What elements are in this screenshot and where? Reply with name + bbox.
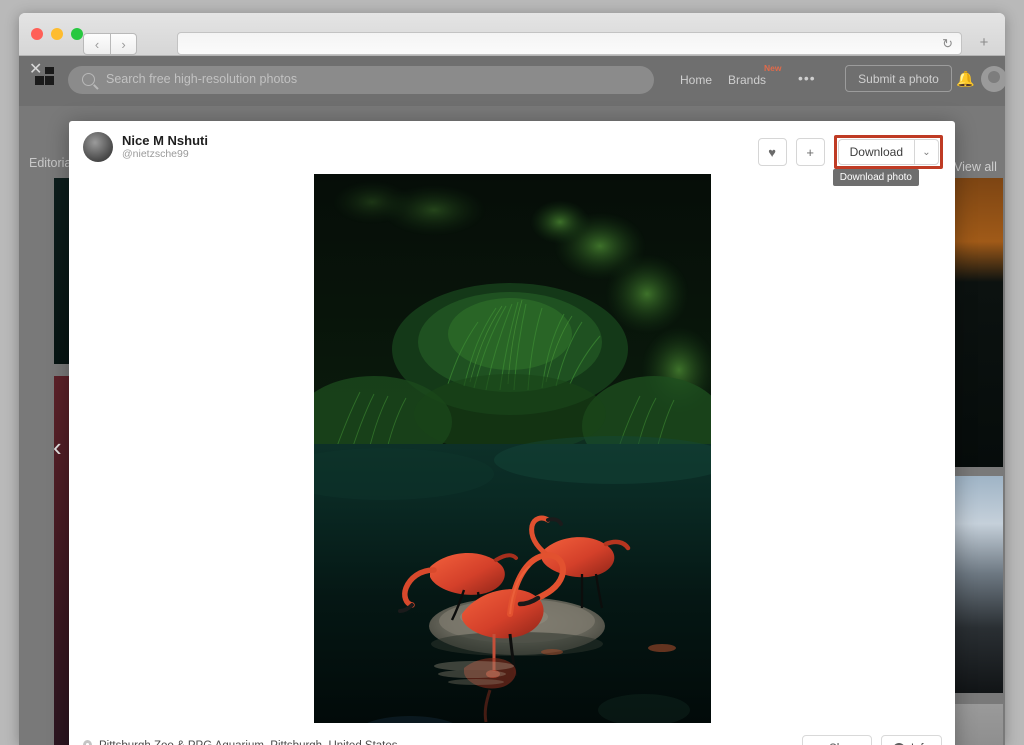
- nav-more-menu[interactable]: •••: [798, 70, 816, 86]
- chevron-down-icon[interactable]: ⌄: [914, 139, 939, 165]
- photo-image[interactable]: [313, 174, 711, 723]
- url-bar[interactable]: ↻: [177, 32, 962, 55]
- browser-nav-buttons: ‹ ›: [83, 33, 137, 55]
- page-viewport: ✕ Search free high-resolution photos Hom…: [19, 56, 1005, 745]
- share-button[interactable]: ➦ Share: [801, 735, 872, 745]
- bell-icon[interactable]: 🔔: [956, 70, 975, 88]
- author-avatar[interactable]: [83, 132, 113, 162]
- photo-detail-modal: Nice M Nshuti @nietzsche99 ♥ + Download …: [69, 121, 955, 745]
- previous-photo-arrow[interactable]: ‹: [53, 432, 62, 463]
- close-icon[interactable]: ✕: [29, 59, 42, 79]
- author-block[interactable]: Nice M Nshuti @nietzsche99: [83, 132, 208, 162]
- author-handle: @nietzsche99: [122, 148, 189, 160]
- nav-link-home[interactable]: Home: [680, 73, 712, 87]
- search-icon: [82, 73, 95, 86]
- download-button-group: Download ⌄: [837, 139, 939, 165]
- avatar[interactable]: [981, 66, 1005, 92]
- forward-button[interactable]: ›: [110, 33, 137, 55]
- new-badge: New: [764, 63, 782, 73]
- modal-header: Nice M Nshuti @nietzsche99 ♥ + Download …: [69, 121, 955, 186]
- browser-toolbar: ‹ › ↻ +: [19, 13, 1005, 56]
- back-button[interactable]: ‹: [83, 33, 110, 55]
- footer-action-buttons: ➦ Share i Info: [801, 735, 942, 745]
- info-button[interactable]: i Info: [880, 735, 942, 745]
- location-pin-icon: [83, 740, 92, 745]
- location-block[interactable]: Pittsburgh Zoo & PPG Aquarium, Pittsburg…: [83, 740, 398, 745]
- maximize-window-button[interactable]: [71, 28, 83, 40]
- modal-footer: Pittsburgh Zoo & PPG Aquarium, Pittsburg…: [69, 721, 955, 745]
- nav-link-brands[interactable]: Brands: [728, 73, 766, 87]
- view-all-link[interactable]: View all: [954, 160, 997, 174]
- reload-icon[interactable]: ↻: [942, 37, 953, 51]
- window-controls: [31, 28, 83, 40]
- editorial-label: Editorial: [29, 156, 75, 170]
- add-to-collection-button[interactable]: +: [795, 138, 825, 166]
- modal-action-buttons: ♥ + Download ⌄: [757, 135, 943, 169]
- like-button[interactable]: ♥: [757, 138, 787, 166]
- search-placeholder: Search free high-resolution photos: [106, 72, 298, 86]
- submit-photo-button[interactable]: Submit a photo: [845, 65, 952, 92]
- site-header: ✕ Search free high-resolution photos Hom…: [19, 56, 1005, 106]
- new-tab-button[interactable]: +: [973, 34, 995, 53]
- desktop-background: ‹ › ↻ + ✕ Search free high-resolution ph…: [0, 0, 1024, 745]
- download-button[interactable]: Download: [837, 139, 914, 165]
- author-name: Nice M Nshuti: [122, 133, 208, 148]
- download-highlight-annotation: Download ⌄: [833, 135, 943, 169]
- download-tooltip: Download photo: [832, 169, 919, 186]
- search-input[interactable]: Search free high-resolution photos: [68, 66, 654, 94]
- minimize-window-button[interactable]: [51, 28, 63, 40]
- location-text: Pittsburgh Zoo & PPG Aquarium, Pittsburg…: [99, 740, 398, 745]
- close-window-button[interactable]: [31, 28, 43, 40]
- photo-stage: [69, 174, 955, 723]
- browser-window: ‹ › ↻ + ✕ Search free high-resolution ph…: [19, 13, 1005, 745]
